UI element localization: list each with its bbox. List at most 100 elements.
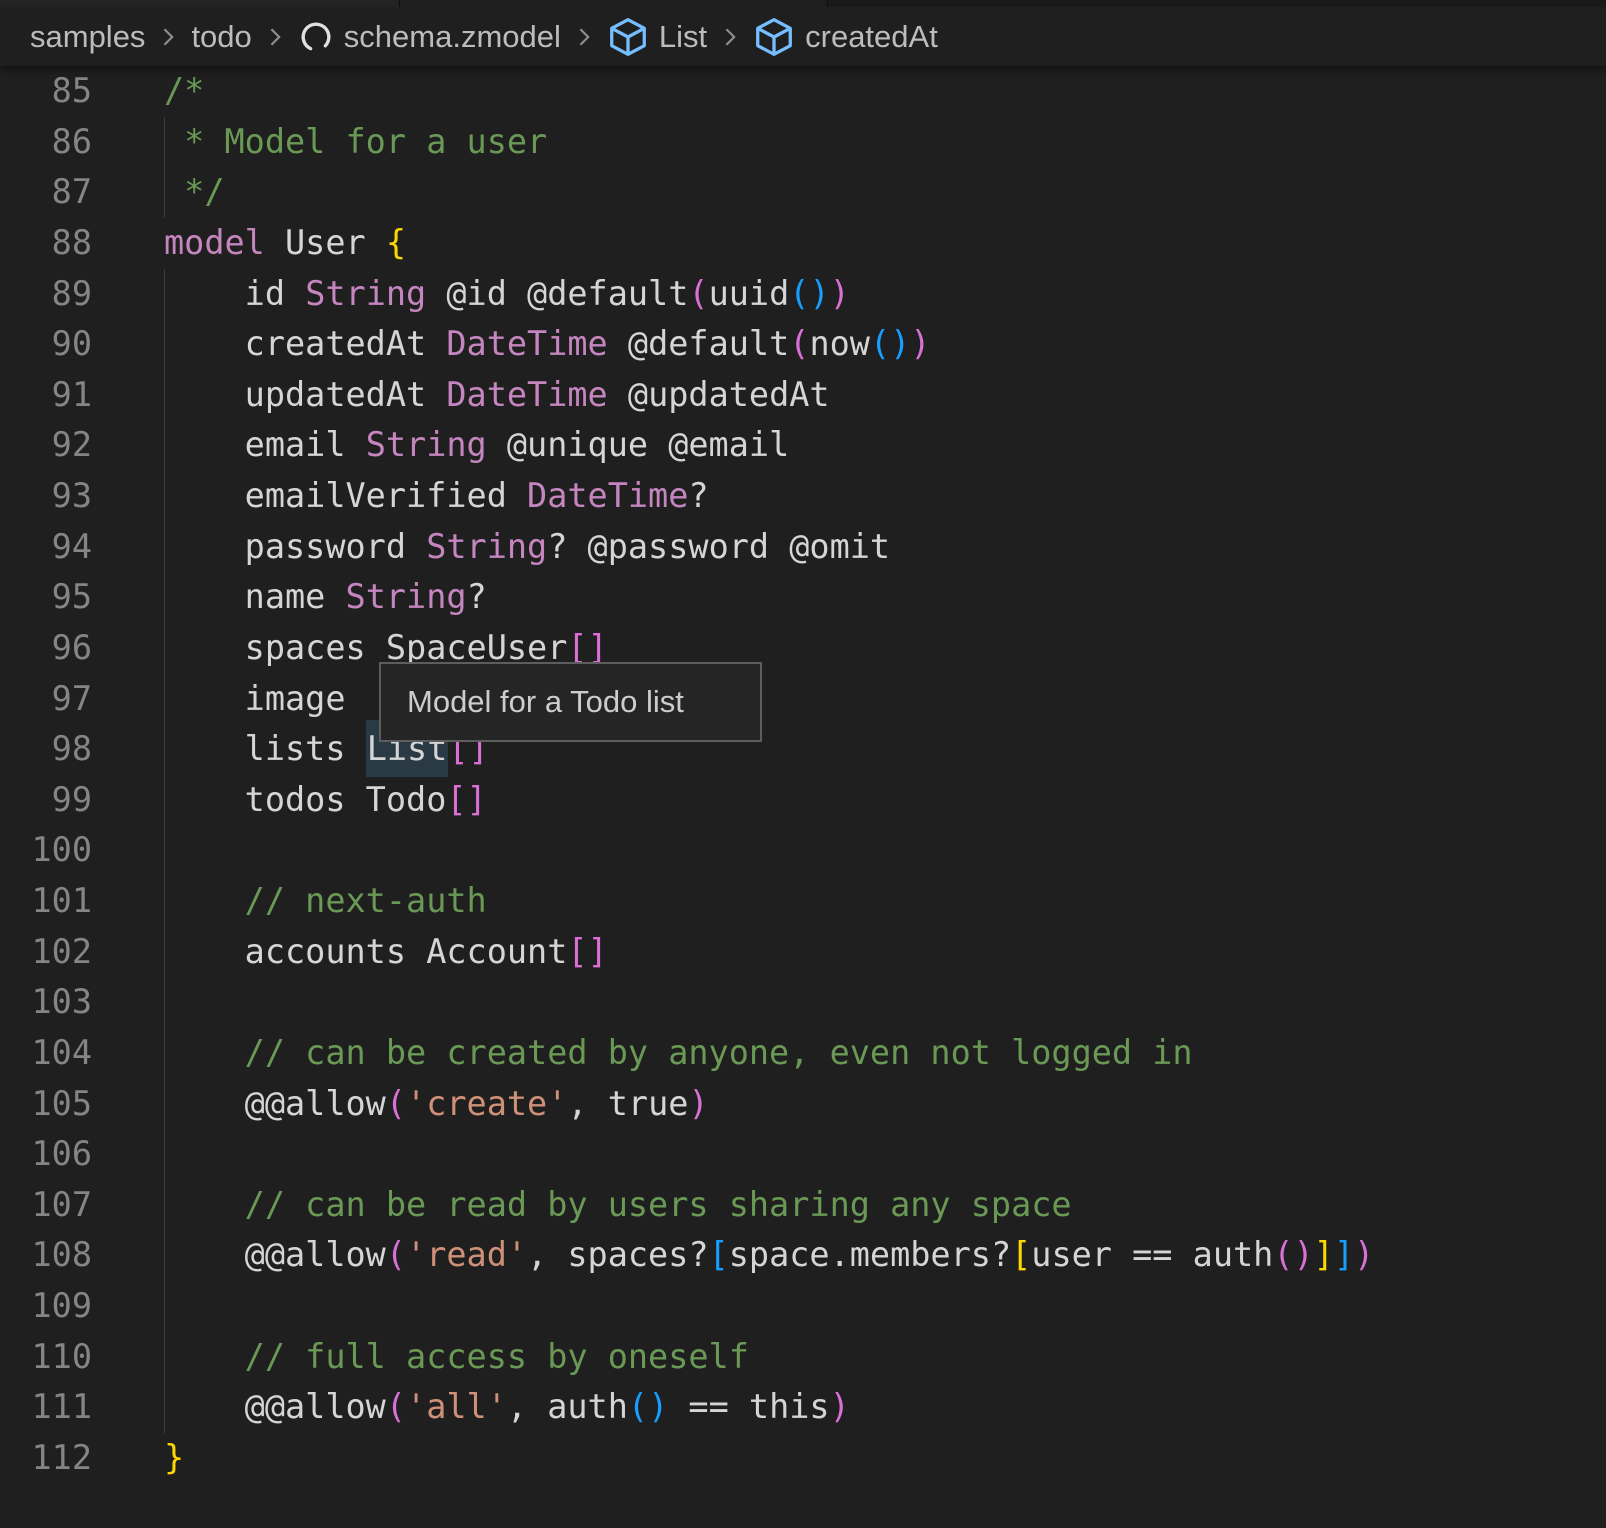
code-token: email: [164, 425, 366, 464]
code-line[interactable]: 90 createdAt DateTime @default(now()): [0, 319, 1606, 370]
code-token: // can be created by anyone, even not lo…: [164, 1033, 1193, 1072]
breadcrumb-label: schema.zmodel: [344, 19, 561, 55]
code-line[interactable]: 86 * Model for a user: [0, 117, 1606, 168]
cube-symbol-icon: [753, 16, 795, 58]
code-token: @updatedAt: [608, 375, 830, 414]
code-token: updatedAt: [164, 375, 446, 414]
code-line[interactable]: 92 email String @unique @email: [0, 420, 1606, 471]
code-token: 'all': [406, 1387, 507, 1426]
line-number[interactable]: 96: [0, 623, 92, 674]
code-token: */: [164, 172, 225, 211]
line-number[interactable]: 112: [0, 1433, 92, 1484]
line-number[interactable]: 89: [0, 269, 92, 320]
code-line[interactable]: 99 todos Todo[]: [0, 775, 1606, 826]
code-text: updatedAt DateTime @updatedAt: [92, 370, 830, 421]
code-line[interactable]: 85 /*: [0, 66, 1606, 117]
tab-bar-bottom-edge: [0, 0, 1606, 7]
breadcrumb-item-symbol-list[interactable]: List: [607, 16, 707, 58]
code-text: todos Todo[]: [92, 775, 487, 826]
code-line[interactable]: 102 accounts Account[]: [0, 927, 1606, 978]
code-line[interactable]: 111 @@allow('all', auth() == this): [0, 1382, 1606, 1433]
code-token: [: [709, 1235, 729, 1274]
code-line[interactable]: 89 id String @id @default(uuid()): [0, 269, 1606, 320]
code-line[interactable]: 91 updatedAt DateTime @updatedAt: [0, 370, 1606, 421]
code-token: []: [446, 780, 486, 819]
breadcrumb-label: samples: [30, 19, 145, 55]
line-number[interactable]: 107: [0, 1180, 92, 1231]
code-token: // full access by oneself: [164, 1337, 749, 1376]
line-number[interactable]: 85: [0, 66, 92, 117]
code-line[interactable]: 88model User {: [0, 218, 1606, 269]
line-number[interactable]: 91: [0, 370, 92, 421]
tab-edge-segment: [400, 0, 827, 7]
code-editor[interactable]: 85/*86 * Model for a user87 */88model Us…: [0, 66, 1606, 1484]
code-token: (: [688, 274, 708, 313]
code-token: ): [830, 1387, 850, 1426]
code-token: (: [1273, 1235, 1293, 1274]
chevron-right-icon: [571, 22, 597, 52]
code-line[interactable]: 87 */: [0, 167, 1606, 218]
breadcrumb-item-samples[interactable]: samples: [30, 19, 145, 55]
line-number[interactable]: 104: [0, 1028, 92, 1079]
code-token: 'read': [406, 1235, 527, 1274]
code-line[interactable]: 93 emailVerified DateTime?: [0, 471, 1606, 522]
breadcrumb-item-file[interactable]: schema.zmodel: [298, 19, 561, 55]
breadcrumb-label: todo: [191, 19, 251, 55]
code-line[interactable]: 96 spaces SpaceUser[]: [0, 623, 1606, 674]
line-number[interactable]: 90: [0, 319, 92, 370]
line-number[interactable]: 98: [0, 724, 92, 775]
line-number[interactable]: 110: [0, 1332, 92, 1383]
code-line[interactable]: 95 name String?: [0, 572, 1606, 623]
code-line[interactable]: 109: [0, 1281, 1606, 1332]
line-number[interactable]: 88: [0, 218, 92, 269]
breadcrumb-item-todo[interactable]: todo: [191, 19, 251, 55]
code-line[interactable]: 112}: [0, 1433, 1606, 1484]
code-line[interactable]: 94 password String? @password @omit: [0, 522, 1606, 573]
line-number[interactable]: 92: [0, 420, 92, 471]
breadcrumb: samples todo schema.zmodel List: [0, 7, 1606, 66]
code-line[interactable]: 107 // can be read by users sharing any …: [0, 1180, 1606, 1231]
code-token: @unique @email: [487, 425, 790, 464]
line-number[interactable]: 102: [0, 927, 92, 978]
line-number[interactable]: 95: [0, 572, 92, 623]
code-token: @id @default: [426, 274, 688, 313]
code-token: @default: [608, 324, 790, 363]
code-token: id: [164, 274, 305, 313]
tab-separator: [827, 0, 828, 7]
code-token: ?: [467, 577, 487, 616]
code-token: (: [386, 1387, 406, 1426]
line-number[interactable]: 87: [0, 167, 92, 218]
code-token: ): [1354, 1235, 1374, 1274]
code-line[interactable]: 110 // full access by oneself: [0, 1332, 1606, 1383]
line-number[interactable]: 111: [0, 1382, 92, 1433]
code-line[interactable]: 108 @@allow('read', spaces?[space.member…: [0, 1230, 1606, 1281]
code-line[interactable]: 105 @@allow('create', true): [0, 1079, 1606, 1130]
code-line[interactable]: 100: [0, 825, 1606, 876]
code-line[interactable]: 101 // next-auth: [0, 876, 1606, 927]
code-line[interactable]: 103: [0, 977, 1606, 1028]
code-token: User: [265, 223, 386, 262]
line-number[interactable]: 86: [0, 117, 92, 168]
code-text: model User {: [92, 218, 406, 269]
line-number[interactable]: 97: [0, 674, 92, 725]
code-line[interactable]: 106: [0, 1129, 1606, 1180]
line-number[interactable]: 103: [0, 977, 92, 1028]
line-number[interactable]: 100: [0, 825, 92, 876]
breadcrumb-item-symbol-createdat[interactable]: createdAt: [753, 16, 938, 58]
line-number[interactable]: 108: [0, 1230, 92, 1281]
line-number[interactable]: 99: [0, 775, 92, 826]
code-token: (: [789, 274, 809, 313]
code-line[interactable]: 97 image: [0, 674, 1606, 725]
line-number[interactable]: 109: [0, 1281, 92, 1332]
code-token: []: [567, 932, 607, 971]
line-number[interactable]: 93: [0, 471, 92, 522]
line-number[interactable]: 94: [0, 522, 92, 573]
code-line[interactable]: 104 // can be created by anyone, even no…: [0, 1028, 1606, 1079]
line-number[interactable]: 101: [0, 876, 92, 927]
code-token: ]: [1334, 1235, 1354, 1274]
line-number[interactable]: 105: [0, 1079, 92, 1130]
code-token: /*: [164, 71, 204, 110]
code-line[interactable]: 98 lists List[]: [0, 724, 1606, 775]
code-token: (: [870, 324, 890, 363]
line-number[interactable]: 106: [0, 1129, 92, 1180]
